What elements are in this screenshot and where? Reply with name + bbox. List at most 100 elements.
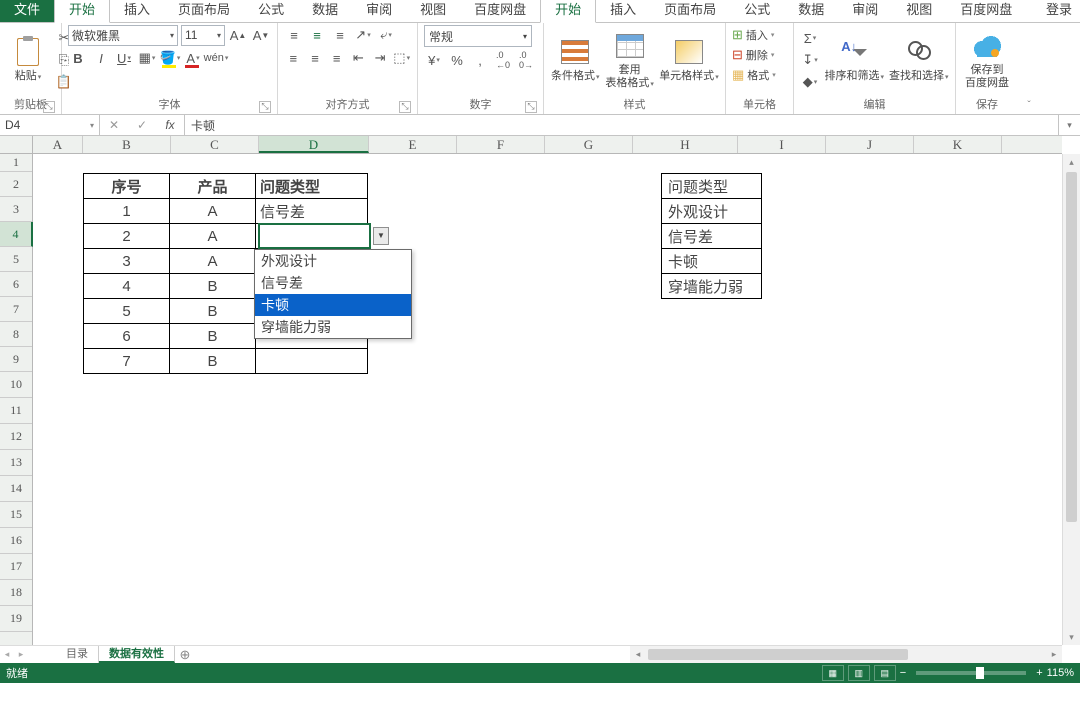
table-cell[interactable]: 7 xyxy=(84,349,170,374)
align-bottom-icon[interactable]: ≡ xyxy=(330,25,350,45)
add-sheet-button[interactable]: ⊕ xyxy=(175,647,195,663)
increase-decimal-button[interactable]: .0←0 xyxy=(493,50,513,70)
dialog-launcher[interactable]: ⤡ xyxy=(399,101,411,113)
row-header-11[interactable]: 11 xyxy=(0,398,32,424)
tab-公式[interactable]: 公式 xyxy=(244,0,298,22)
grow-font-icon[interactable]: A▲ xyxy=(228,25,248,45)
row-header-18[interactable]: 18 xyxy=(0,580,32,606)
bold-button[interactable]: B xyxy=(68,48,88,68)
comma-button[interactable]: , xyxy=(470,50,490,70)
row-header-19[interactable]: 19 xyxy=(0,606,32,632)
col-header-H[interactable]: H xyxy=(633,136,738,153)
view-pagelayout-button[interactable]: ▥ xyxy=(848,665,870,681)
align-top-icon[interactable]: ≡ xyxy=(284,25,304,45)
select-all-corner[interactable] xyxy=(0,136,33,154)
active-cell[interactable] xyxy=(258,223,371,249)
zoom-in-button[interactable]: + xyxy=(1036,667,1042,679)
row-header-17[interactable]: 17 xyxy=(0,554,32,580)
table-cell[interactable]: 2 xyxy=(84,224,170,249)
dropdown-option[interactable]: 外观设计 xyxy=(255,250,411,272)
col-header-E[interactable]: E xyxy=(369,136,457,153)
tab-2[interactable]: 页面布局 xyxy=(650,0,730,22)
row-header-5[interactable]: 5 xyxy=(0,247,32,272)
ref-cell[interactable]: 穿墙能力弱 xyxy=(662,274,762,299)
col-header-D[interactable]: D xyxy=(259,136,369,153)
col-header-C[interactable]: C xyxy=(171,136,259,153)
tab-视图[interactable]: 视图 xyxy=(406,0,460,22)
row-header-4[interactable]: 4 xyxy=(0,222,33,247)
table-cell[interactable]: 3 xyxy=(84,249,170,274)
row-header-15[interactable]: 15 xyxy=(0,502,32,528)
indent-inc-icon[interactable]: ⇥ xyxy=(371,48,390,68)
phonetic-button[interactable]: wén xyxy=(206,48,226,68)
dialog-launcher[interactable]: ⤡ xyxy=(259,101,271,113)
table-format-button[interactable]: 套用 表格格式 xyxy=(604,28,654,92)
row-header-13[interactable]: 13 xyxy=(0,450,32,476)
view-pagebreak-button[interactable]: ▤ xyxy=(874,665,896,681)
conditional-format-button[interactable]: 条件格式 xyxy=(550,34,600,85)
tab-5[interactable]: 审阅 xyxy=(838,0,892,22)
fill-color-button[interactable]: 🪣 xyxy=(160,48,180,68)
dropdown-option[interactable]: 穿墙能力弱 xyxy=(255,316,411,338)
dropdown-option[interactable]: 卡顿 xyxy=(255,294,411,316)
dropdown-option[interactable]: 信号差 xyxy=(255,272,411,294)
table-cell[interactable]: B xyxy=(170,299,256,324)
cell-style-button[interactable]: 单元格样式 xyxy=(659,34,719,85)
row-header-7[interactable]: 7 xyxy=(0,297,32,322)
fill-button[interactable]: ↧ xyxy=(800,50,820,70)
underline-button[interactable]: U xyxy=(114,48,134,68)
align-left-icon[interactable]: ≡ xyxy=(284,48,303,68)
autosum-button[interactable]: Σ xyxy=(800,28,820,48)
percent-button[interactable]: % xyxy=(447,50,467,70)
sheet-tab-1[interactable]: 数据有效性 xyxy=(99,646,175,663)
align-middle-icon[interactable]: ≡ xyxy=(307,25,327,45)
sheet-nav-next[interactable]: ▸ xyxy=(14,649,28,660)
table-cell[interactable] xyxy=(256,349,368,374)
ref-cell[interactable]: 外观设计 xyxy=(662,199,762,224)
tab-数据[interactable]: 数据 xyxy=(298,0,352,22)
view-normal-button[interactable]: ▦ xyxy=(822,665,844,681)
row-header-16[interactable]: 16 xyxy=(0,528,32,554)
vertical-scrollbar[interactable]: ▴▾ xyxy=(1062,154,1080,645)
spreadsheet-grid[interactable]: ABCDEFGHIJK 1234567891011121314151617181… xyxy=(0,136,1080,663)
table-cell[interactable]: 4 xyxy=(84,274,170,299)
sheet-tab-0[interactable]: 目录 xyxy=(56,646,99,663)
indent-dec-icon[interactable]: ⇤ xyxy=(349,48,368,68)
save-cloud-button[interactable]: 保存到 百度网盘 xyxy=(962,28,1012,92)
font-name-select[interactable]: 微软雅黑▾ xyxy=(68,25,178,46)
row-headers[interactable]: 12345678910111213141516171819 xyxy=(0,154,33,645)
sheet-nav-prev[interactable]: ◂ xyxy=(0,649,14,660)
number-format-select[interactable]: 常规▾ xyxy=(424,25,532,47)
name-box[interactable]: D4▾ xyxy=(0,115,100,135)
data-validation-dropdown-button[interactable]: ▼ xyxy=(373,227,389,245)
tab-1[interactable]: 插入 xyxy=(596,0,650,22)
align-center-icon[interactable]: ≡ xyxy=(306,48,325,68)
row-header-8[interactable]: 8 xyxy=(0,322,32,347)
sort-filter-button[interactable]: 排序和筛选 xyxy=(824,34,885,85)
table-cell[interactable]: 6 xyxy=(84,324,170,349)
borders-button[interactable]: ▦ xyxy=(137,48,157,68)
tab-file[interactable]: 文件 xyxy=(0,0,54,22)
wrap-text-button[interactable]: ⤶ xyxy=(376,25,396,45)
tab-页面布局[interactable]: 页面布局 xyxy=(164,0,244,22)
row-header-6[interactable]: 6 xyxy=(0,272,32,297)
format-cells-button[interactable]: ▦格式▾ xyxy=(732,65,787,85)
col-header-J[interactable]: J xyxy=(826,136,914,153)
ref-cell[interactable]: 卡顿 xyxy=(662,249,762,274)
table-cell[interactable]: B xyxy=(170,324,256,349)
table-cell[interactable]: 1 xyxy=(84,199,170,224)
ref-cell[interactable]: 信号差 xyxy=(662,224,762,249)
row-header-1[interactable]: 1 xyxy=(0,154,32,172)
table-cell[interactable]: A xyxy=(170,199,256,224)
italic-button[interactable]: I xyxy=(91,48,111,68)
dialog-launcher[interactable]: ⤡ xyxy=(525,101,537,113)
table-cell[interactable]: B xyxy=(170,349,256,374)
currency-button[interactable]: ¥ xyxy=(424,50,444,70)
insert-cells-button[interactable]: ⊞插入▾ xyxy=(732,25,787,45)
font-size-select[interactable]: 11▾ xyxy=(181,25,225,46)
tab-3[interactable]: 公式 xyxy=(730,0,784,22)
row-header-14[interactable]: 14 xyxy=(0,476,32,502)
ref-cell[interactable]: 问题类型 xyxy=(662,174,762,199)
table-cell[interactable]: 5 xyxy=(84,299,170,324)
dialog-launcher[interactable]: ⤡ xyxy=(43,101,55,113)
